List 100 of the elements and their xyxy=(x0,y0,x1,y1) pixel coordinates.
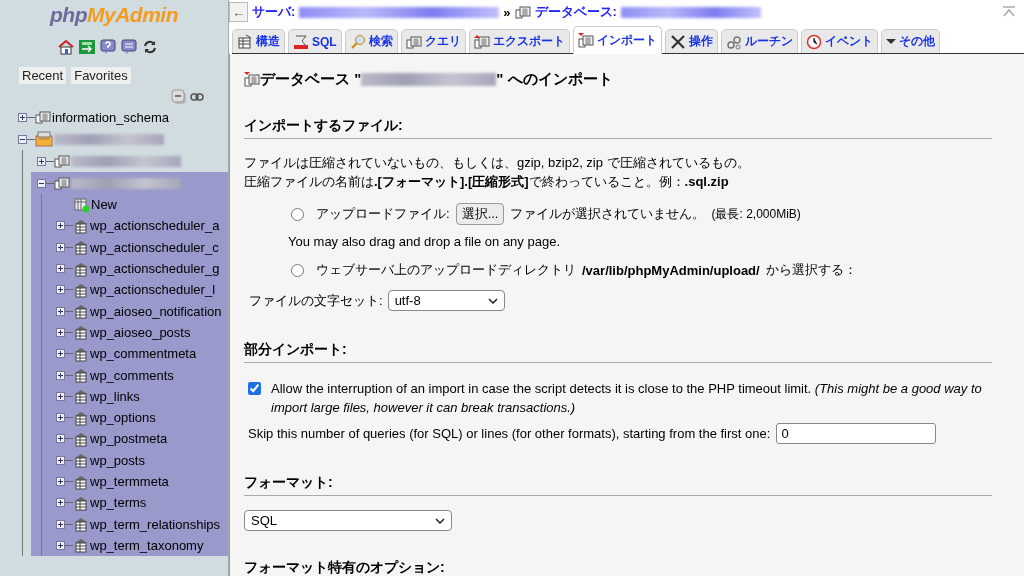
expand-icon[interactable] xyxy=(56,242,65,252)
server-link[interactable]: サーバ: xyxy=(252,3,296,21)
tree-item[interactable]: wp_terms xyxy=(90,495,147,511)
table-icon[interactable] xyxy=(73,217,89,234)
radio-button[interactable] xyxy=(291,207,304,221)
tab[interactable]: インポート xyxy=(572,26,662,54)
expand-icon[interactable] xyxy=(56,221,65,231)
new-table-icon[interactable] xyxy=(74,196,90,213)
expand-icon[interactable] xyxy=(56,306,65,316)
tab[interactable]: エクスポート xyxy=(468,29,570,53)
table-icon[interactable] xyxy=(73,452,89,469)
gears-icon xyxy=(725,33,742,50)
tree-item[interactable]: wp_aioseo_notification xyxy=(90,303,222,319)
help-icon[interactable] xyxy=(100,39,116,55)
expand-icon[interactable] xyxy=(56,434,65,444)
tree-item[interactable]: wp_actionscheduler_l xyxy=(90,282,216,298)
expand-icon[interactable] xyxy=(56,370,65,380)
table-icon[interactable] xyxy=(73,345,89,362)
table-icon[interactable] xyxy=(73,494,89,511)
tab[interactable]: SQL xyxy=(288,29,342,53)
section-heading: フォーマット: xyxy=(244,474,992,496)
link-icon[interactable] xyxy=(190,92,204,102)
back-button[interactable]: ← xyxy=(229,2,248,22)
expand-icon[interactable] xyxy=(56,349,65,359)
checkbox[interactable] xyxy=(248,382,261,395)
charset-select[interactable]: utf-8 xyxy=(387,290,505,311)
tree-item[interactable]: wp_termmeta xyxy=(90,474,169,489)
tree-item[interactable]: wp_options xyxy=(90,410,156,426)
tree-item[interactable]: wp_commentmeta xyxy=(90,346,197,362)
table-icon[interactable] xyxy=(73,281,89,298)
table-icon[interactable] xyxy=(73,388,89,405)
expand-icon[interactable] xyxy=(56,285,65,295)
format-select[interactable]: SQL xyxy=(244,510,452,531)
skip-count-field[interactable]: 0 xyxy=(776,423,937,444)
breadcrumb-separator: » xyxy=(503,4,511,20)
radio-button[interactable] xyxy=(291,263,304,277)
tree-item[interactable]: wp_term_taxonomy xyxy=(90,537,204,553)
expand-icon[interactable] xyxy=(56,540,65,550)
database-icon xyxy=(405,33,422,50)
home-icon[interactable] xyxy=(58,39,74,55)
database-icon[interactable] xyxy=(54,153,70,169)
table-icon[interactable] xyxy=(73,367,89,383)
exit-icon[interactable] xyxy=(79,39,95,55)
tab[interactable]: 構造 xyxy=(232,29,285,53)
tree-item[interactable]: wp_aioseo_posts xyxy=(90,324,191,340)
expand-icon[interactable] xyxy=(56,498,65,508)
expand-icon[interactable] xyxy=(56,264,65,274)
tree-item[interactable]: wp_postmeta xyxy=(90,431,168,447)
table-icon[interactable] xyxy=(73,324,89,341)
caret-icon xyxy=(885,39,896,44)
tree-item[interactable]: wp_term_relationships xyxy=(90,516,221,532)
table-icon[interactable] xyxy=(73,473,89,490)
tab[interactable]: クエリ xyxy=(400,29,466,53)
table-icon[interactable] xyxy=(73,260,89,277)
page-heading: データベース " xyxy=(260,70,362,89)
tab[interactable]: 検索 xyxy=(344,29,398,53)
expand-icon[interactable] xyxy=(56,455,65,465)
tree-item[interactable]: wp_links xyxy=(90,388,140,404)
tab[interactable]: イベント xyxy=(800,29,878,53)
sql-docs-icon[interactable] xyxy=(121,39,137,55)
choose-file-button[interactable]: 選択... xyxy=(455,203,505,225)
tab[interactable]: 操作 xyxy=(664,29,718,53)
collapse-all-icon[interactable] xyxy=(171,89,187,105)
database-icon[interactable] xyxy=(35,109,51,125)
table-icon[interactable] xyxy=(73,303,89,320)
database-icon[interactable] xyxy=(54,175,70,191)
tab-button[interactable]: Favorites xyxy=(71,67,131,84)
tab[interactable]: その他 xyxy=(880,29,940,53)
expand-icon[interactable] xyxy=(18,112,27,122)
file-status: ファイルが選択されていません。 xyxy=(510,205,706,223)
expand-icon[interactable] xyxy=(56,327,65,337)
tree-item[interactable]: wp_comments xyxy=(90,367,174,383)
expand-icon[interactable] xyxy=(37,156,46,166)
collapse-icon[interactable] xyxy=(18,134,27,144)
tree-item[interactable]: information_schema xyxy=(52,109,170,125)
expand-icon[interactable] xyxy=(56,519,65,529)
tree-item[interactable]: wp_actionscheduler_g xyxy=(90,261,220,277)
database-import-icon xyxy=(577,32,594,49)
table-icon[interactable] xyxy=(73,537,89,554)
tab-button[interactable]: Recent xyxy=(19,67,67,84)
reload-icon[interactable] xyxy=(142,39,158,55)
expand-icon[interactable] xyxy=(56,477,65,486)
database-link[interactable]: データベース: xyxy=(534,3,617,21)
table-icon[interactable] xyxy=(73,239,89,256)
collapse-icon[interactable] xyxy=(37,178,46,188)
tree-item[interactable]: wp_posts xyxy=(90,452,145,468)
field-label: から選択する： xyxy=(765,261,857,279)
expand-icon[interactable] xyxy=(56,391,65,401)
logo[interactable]: phpMyAdmin xyxy=(50,3,178,27)
tree-item[interactable]: New xyxy=(91,197,117,213)
table-icon[interactable] xyxy=(73,516,89,533)
table-icon xyxy=(237,33,253,50)
database-icon xyxy=(514,4,531,20)
table-icon[interactable] xyxy=(73,430,89,447)
expand-icon[interactable] xyxy=(56,413,65,423)
tree-item[interactable]: wp_actionscheduler_a xyxy=(90,218,220,234)
section-heading: インポートするファイル: xyxy=(244,117,992,139)
tab[interactable]: ルーチン xyxy=(720,29,798,53)
tree-item[interactable]: wp_actionscheduler_c xyxy=(90,239,219,255)
table-icon[interactable] xyxy=(73,409,89,426)
